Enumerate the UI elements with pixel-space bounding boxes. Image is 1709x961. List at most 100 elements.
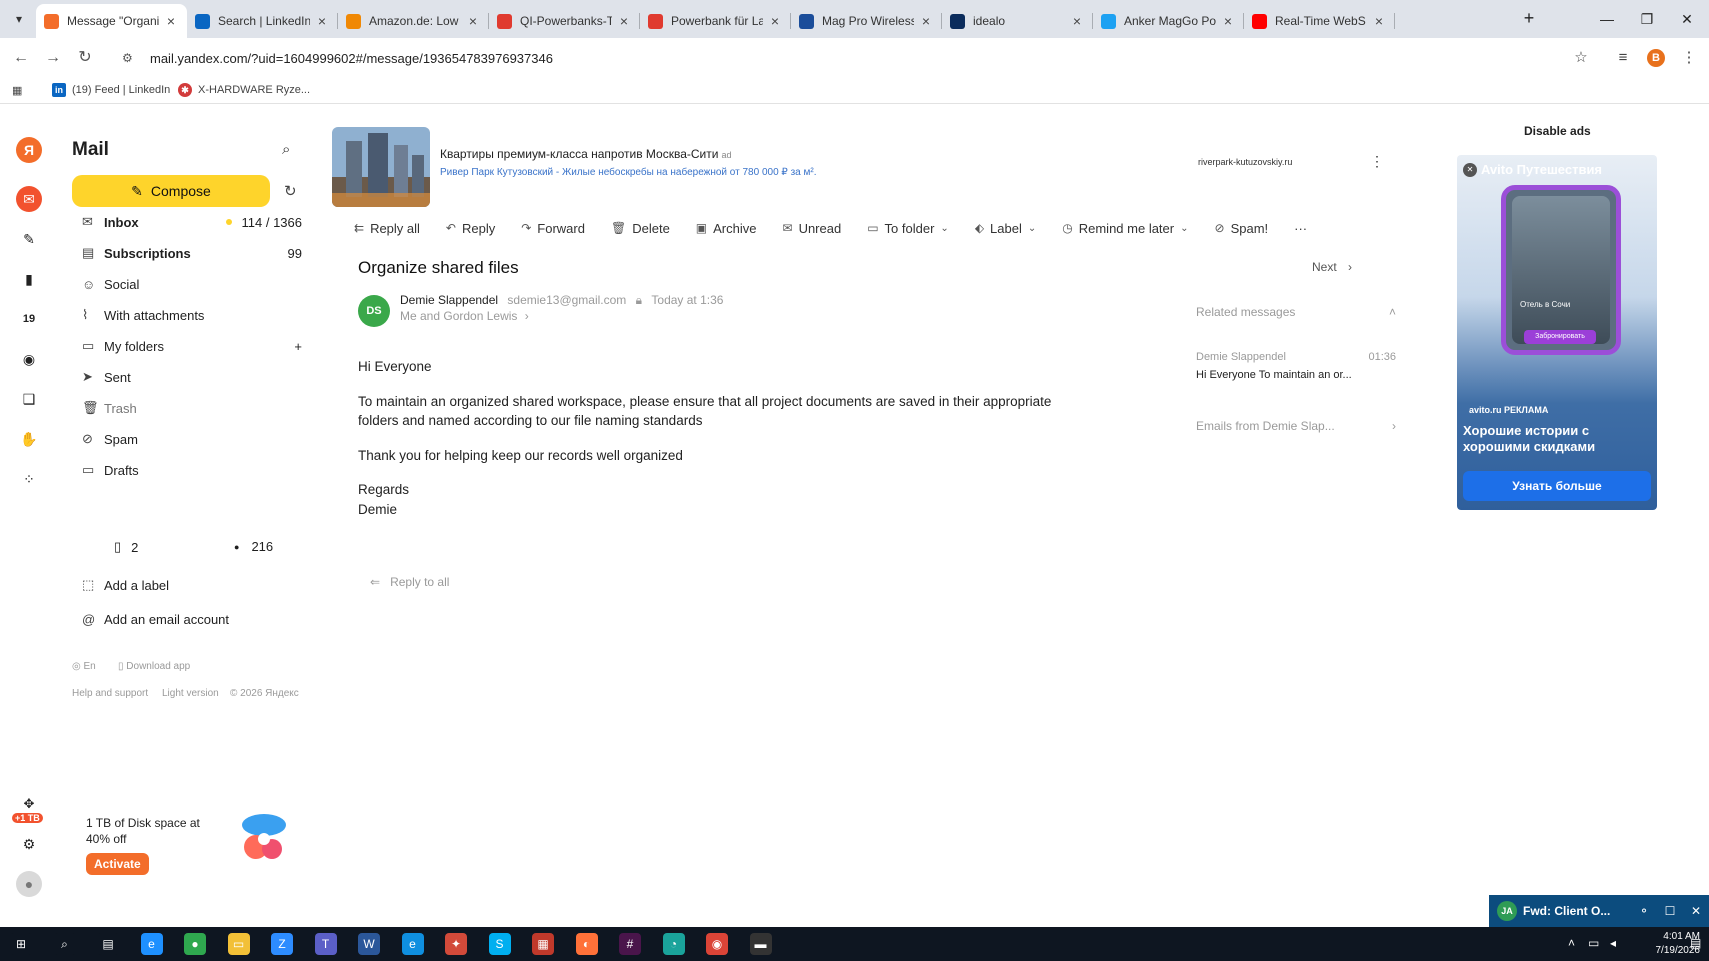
light-version-link[interactable]: Light version xyxy=(162,688,219,699)
folder-sent[interactable]: ➤ Sent xyxy=(82,365,302,389)
tab-close-icon[interactable]: × xyxy=(1371,13,1387,29)
file-explorer-icon[interactable]: ▭ xyxy=(227,933,250,955)
network-icon[interactable]: ▭ xyxy=(1588,936,1599,950)
folder-spam[interactable]: ⊘ Spam xyxy=(82,427,302,451)
messenger-service-icon[interactable]: ✎ xyxy=(16,226,42,252)
sender-email[interactable]: sdemie13@gmail.com xyxy=(507,293,626,307)
remind-me-later-button[interactable]: ◷ Remind me later ⌄ xyxy=(1062,221,1188,236)
disk-service-icon[interactable]: ▮ xyxy=(16,266,42,292)
recipients-link[interactable]: Me and Gordon Lewis › xyxy=(400,309,529,323)
restore-window-button[interactable]: ❐ xyxy=(1627,6,1667,32)
tab-close-icon[interactable]: × xyxy=(314,13,330,29)
profile-avatar[interactable]: B xyxy=(1647,49,1665,67)
download-app-link[interactable]: ▯ Download app xyxy=(118,661,190,672)
new-tab-button[interactable]: + xyxy=(1518,8,1540,30)
forward-button[interactable]: → xyxy=(40,45,66,71)
avito-cta-button[interactable]: Узнать больше xyxy=(1463,471,1651,501)
ad-more-icon[interactable]: ⋮ xyxy=(1370,153,1384,170)
folder-drafts[interactable]: ▭ Drafts xyxy=(82,458,302,482)
unread-button[interactable]: ✉ Unread xyxy=(783,221,842,236)
add-email-account-button[interactable]: @ Add an email account xyxy=(82,607,302,631)
contacts-service-icon[interactable]: ✋ xyxy=(16,426,42,452)
ie-icon[interactable]: e xyxy=(140,933,163,955)
to-folder-button[interactable]: ▭ To folder ⌄ xyxy=(867,221,949,236)
browser-tab[interactable]: Message "Organize s × xyxy=(36,4,187,38)
folder-count[interactable]: + xyxy=(294,339,302,354)
yandex-logo-icon[interactable]: Я xyxy=(16,137,42,163)
browser-tab[interactable]: Real-Time WebS × xyxy=(1244,4,1395,38)
telemost-service-icon[interactable]: ◉ xyxy=(16,346,42,372)
folder-with-attachments[interactable]: ⌇ With attachments xyxy=(82,303,302,327)
bookmarked-filter[interactable]: ▯ 2 xyxy=(114,539,138,555)
spam-button[interactable]: ⊘ Spam! xyxy=(1215,221,1269,236)
app-icon[interactable]: ✦ xyxy=(445,933,467,955)
tab-close-icon[interactable]: × xyxy=(767,13,783,29)
apps-grid-icon[interactable]: ▦ xyxy=(12,81,22,99)
browser-tab[interactable]: idealo × xyxy=(942,4,1093,38)
avito-ad-banner[interactable]: ✕ Avito Путешествия Отель в Сочи Заброни… xyxy=(1457,155,1657,510)
related-message-item[interactable]: Demie Slappendel 01:36 Hi Everyone To ma… xyxy=(1196,351,1396,381)
word-icon[interactable]: W xyxy=(358,933,380,955)
bookmark-star-icon[interactable]: ☆ xyxy=(1568,45,1594,71)
bookmark-x-hardware[interactable]: ✱ X-HARDWARE Ryze... xyxy=(178,81,310,99)
mail-service-icon[interactable]: ✉ xyxy=(16,186,42,212)
teams-icon[interactable]: T xyxy=(314,933,337,955)
refresh-icon[interactable]: ↻ xyxy=(284,182,297,200)
related-header[interactable]: Related messages ˄ xyxy=(1196,305,1396,319)
calendar-service-icon[interactable]: 19 xyxy=(16,306,42,332)
folder-my-folders[interactable]: ▭ My folders + xyxy=(82,334,302,358)
folder-inbox[interactable]: ✉ Inbox 114 / 1366 xyxy=(82,210,302,234)
browser-tab[interactable]: Anker MagGo Power × xyxy=(1093,4,1244,38)
expand-icon[interactable]: ☐ xyxy=(1657,904,1683,918)
user-avatar-icon[interactable]: ● xyxy=(16,871,42,897)
sender-avatar[interactable]: DS xyxy=(358,295,390,327)
terminal-icon[interactable]: ▬ xyxy=(749,933,772,955)
ad-description[interactable]: Ривер Парк Кутузовский - Жилые небоскреб… xyxy=(440,167,816,178)
forward-button[interactable]: ↷ Forward xyxy=(521,221,585,236)
skype-icon[interactable]: S xyxy=(488,933,511,955)
browser-tab[interactable]: Mag Pro Wireless Ca × xyxy=(791,4,942,38)
windows-start-icon[interactable]: ⊞ xyxy=(10,933,32,955)
bookmark-linkedin-feed[interactable]: in (19) Feed | LinkedIn xyxy=(52,81,170,99)
compose-mini-window[interactable]: JA Fwd: Client O... ⚬ ☐ ✕ xyxy=(1489,895,1709,927)
minimize-icon[interactable]: ⚬ xyxy=(1631,904,1657,918)
browser-tab[interactable]: Amazon.de: Low Pric × xyxy=(338,4,489,38)
reload-button[interactable]: ↻ xyxy=(72,45,98,71)
settings-gear-icon[interactable]: ⚙ xyxy=(16,831,42,857)
tab-close-icon[interactable]: × xyxy=(465,13,481,29)
minimize-window-button[interactable]: — xyxy=(1587,6,1627,32)
search-icon[interactable]: ⌕ xyxy=(282,141,290,158)
volume-icon[interactable]: ◂ xyxy=(1610,936,1616,950)
notifications-icon[interactable]: ▤ xyxy=(1690,936,1701,950)
photo-app-icon[interactable]: ▦ xyxy=(532,933,554,955)
archive-button[interactable]: ▣ Archive xyxy=(696,221,757,236)
activate-button[interactable]: Activate xyxy=(86,853,149,875)
all-services-icon[interactable]: ⁘ xyxy=(16,466,42,492)
ad-domain[interactable]: riverpark-kutuzovskiy.ru xyxy=(1198,157,1292,167)
media-control-icon[interactable]: ≡ xyxy=(1610,45,1636,71)
tab-close-icon[interactable]: × xyxy=(163,13,179,29)
ad-thumbnail-image[interactable] xyxy=(332,127,430,207)
edge-icon[interactable]: e xyxy=(401,933,424,955)
firefox-icon[interactable]: ◐ xyxy=(575,933,598,955)
zoom-icon[interactable]: Z xyxy=(271,933,293,955)
tab-close-icon[interactable]: × xyxy=(1220,13,1236,29)
help-link[interactable]: Help and support xyxy=(72,688,148,699)
app2-icon[interactable]: ◔ xyxy=(662,933,685,955)
slack-icon[interactable]: # xyxy=(619,933,641,955)
notes-service-icon[interactable]: ❑ xyxy=(16,386,42,412)
browser-menu-icon[interactable]: ⋮ xyxy=(1676,45,1702,71)
emails-from-sender-link[interactable]: Emails from Demie Slap... › xyxy=(1196,419,1396,433)
disable-ads-link[interactable]: Disable ads xyxy=(1524,124,1591,138)
browser-tab[interactable]: QI-Powerbanks-Test 2 × xyxy=(489,4,640,38)
browser-tab[interactable]: Powerbank für Lapto × xyxy=(640,4,791,38)
compose-button[interactable]: ✎ Compose xyxy=(72,175,270,207)
more-actions-button[interactable]: ··· xyxy=(1294,221,1307,236)
search-icon[interactable]: ⌕ xyxy=(53,933,76,955)
delete-button[interactable]: 🗑︎ Delete xyxy=(611,221,670,236)
tray-chevron-icon[interactable]: ˄ xyxy=(1568,936,1575,950)
close-icon[interactable]: ✕ xyxy=(1683,904,1709,918)
back-button[interactable]: ← xyxy=(8,45,34,71)
label-button[interactable]: ⬖ Label ⌄ xyxy=(975,221,1036,236)
chat-app-icon[interactable]: ● xyxy=(184,933,206,955)
